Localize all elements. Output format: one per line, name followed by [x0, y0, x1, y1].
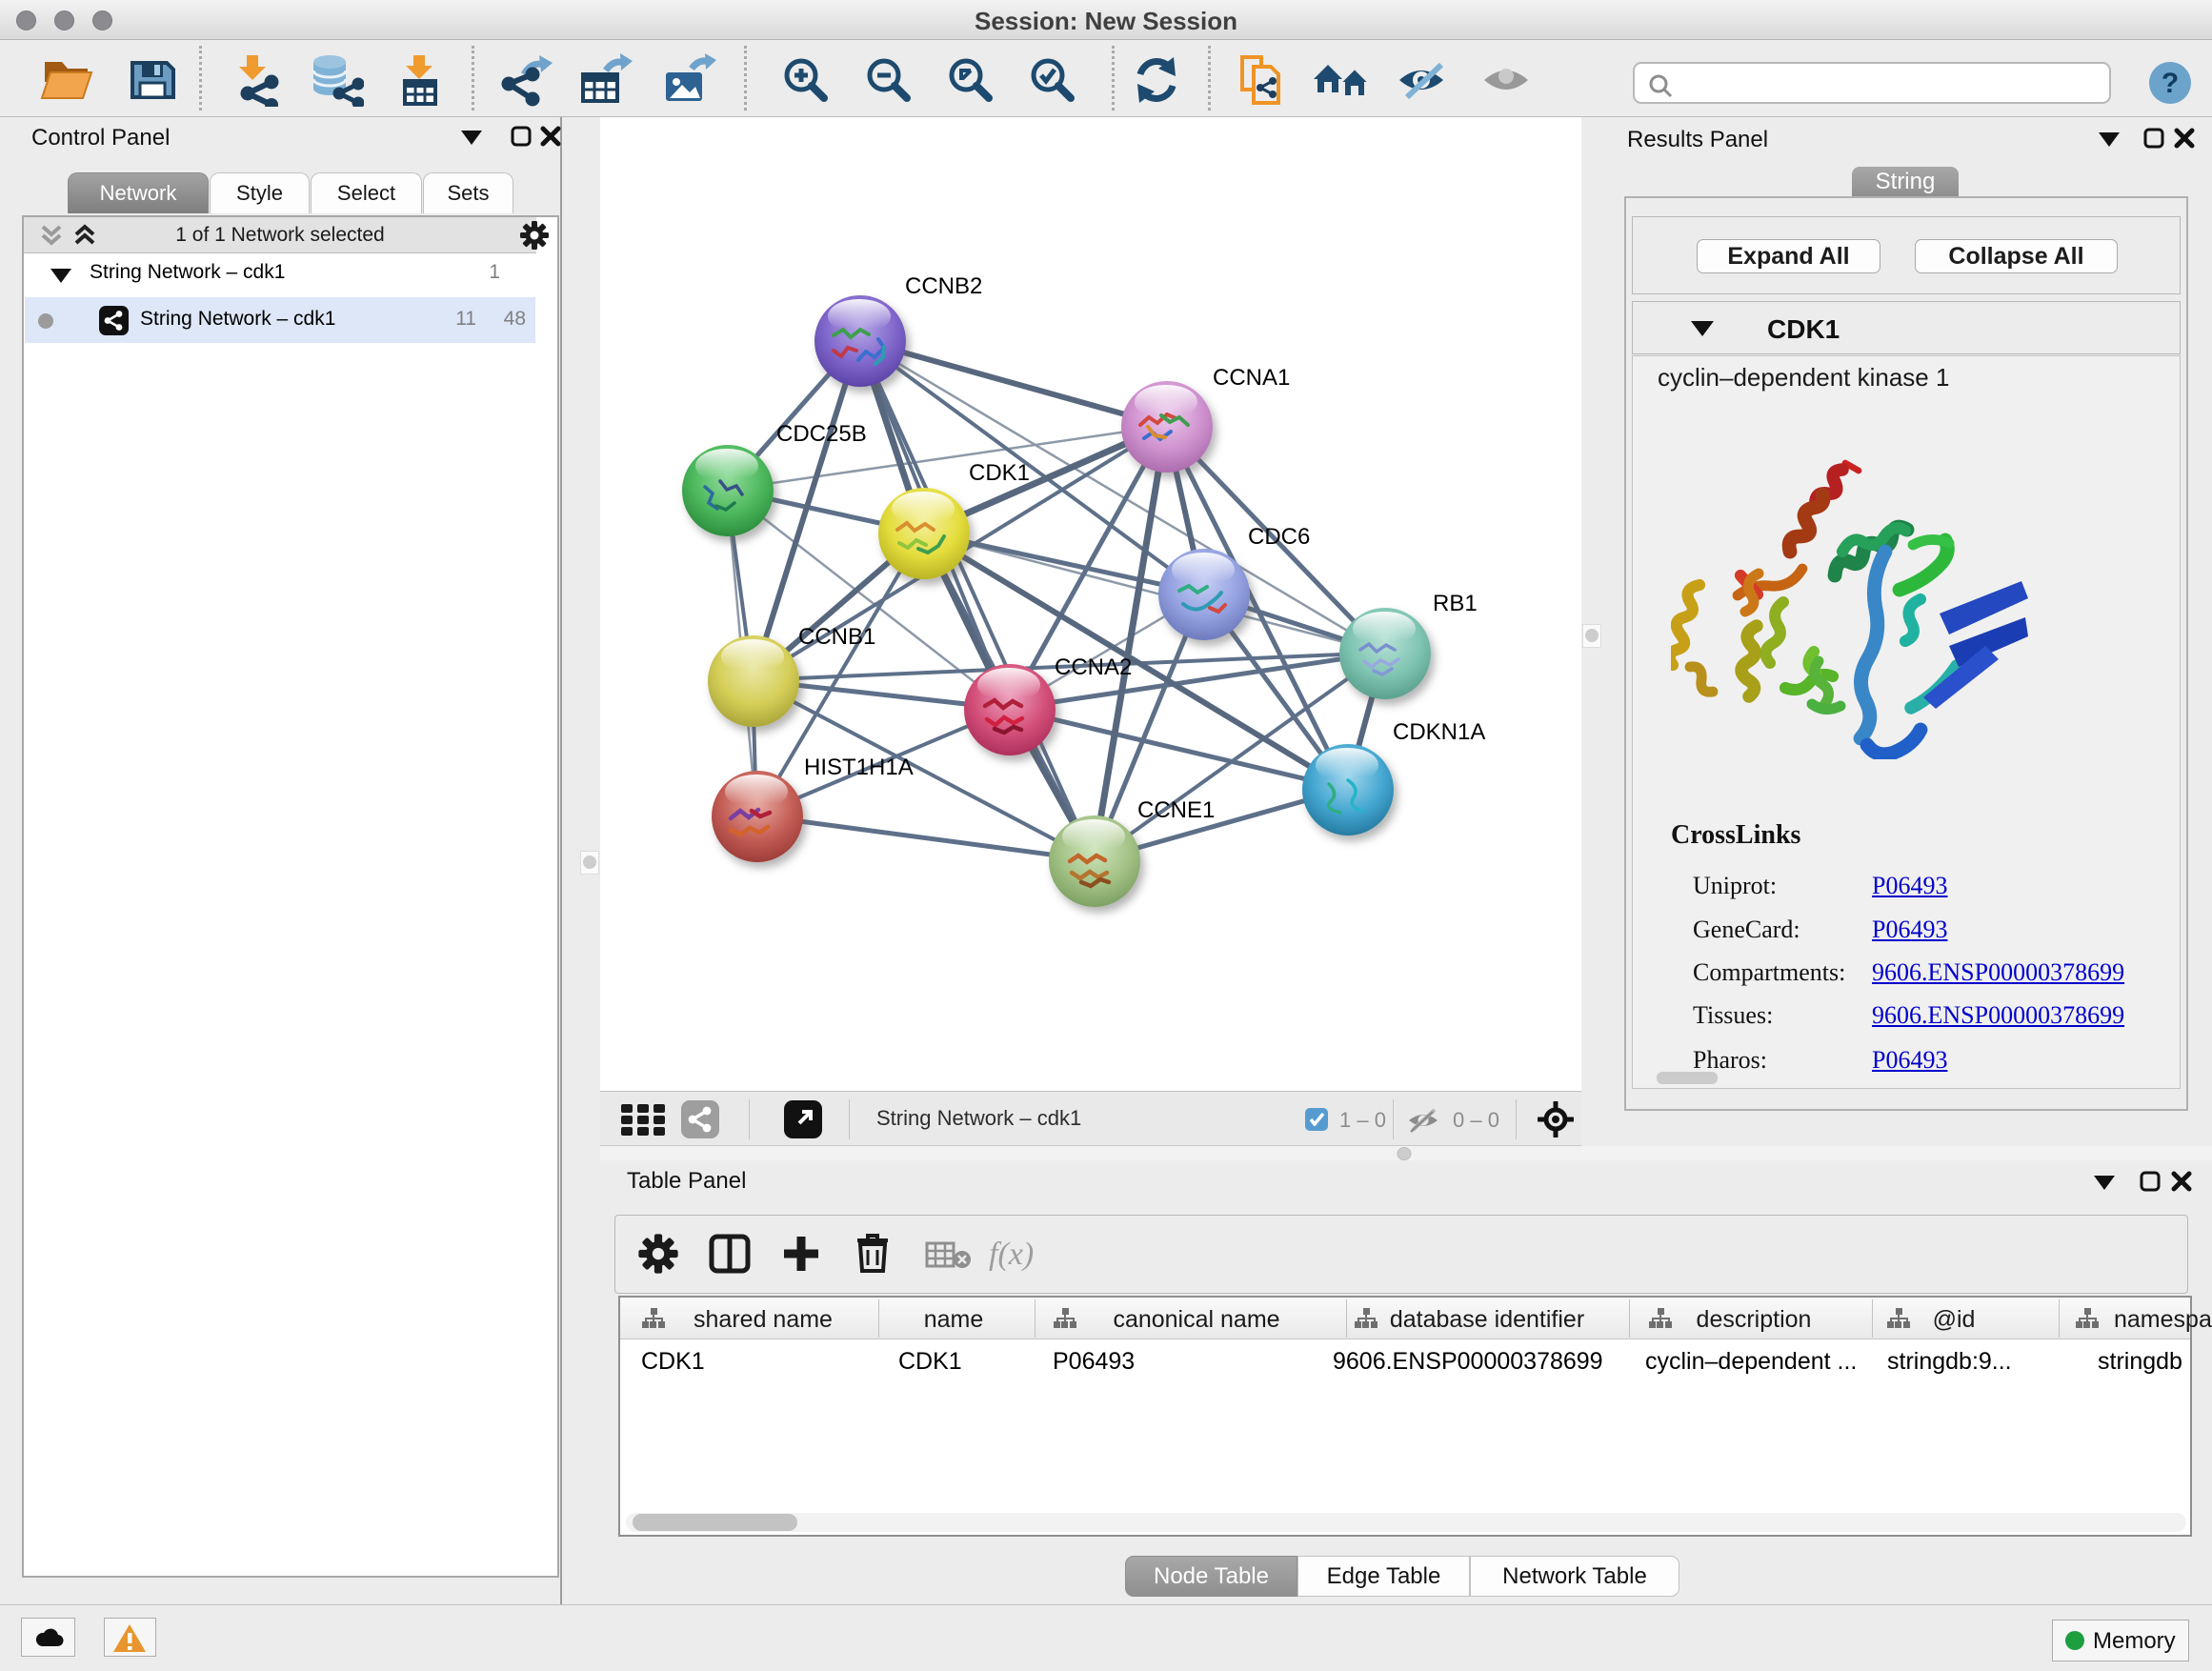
- svg-text:?: ?: [2162, 68, 2179, 99]
